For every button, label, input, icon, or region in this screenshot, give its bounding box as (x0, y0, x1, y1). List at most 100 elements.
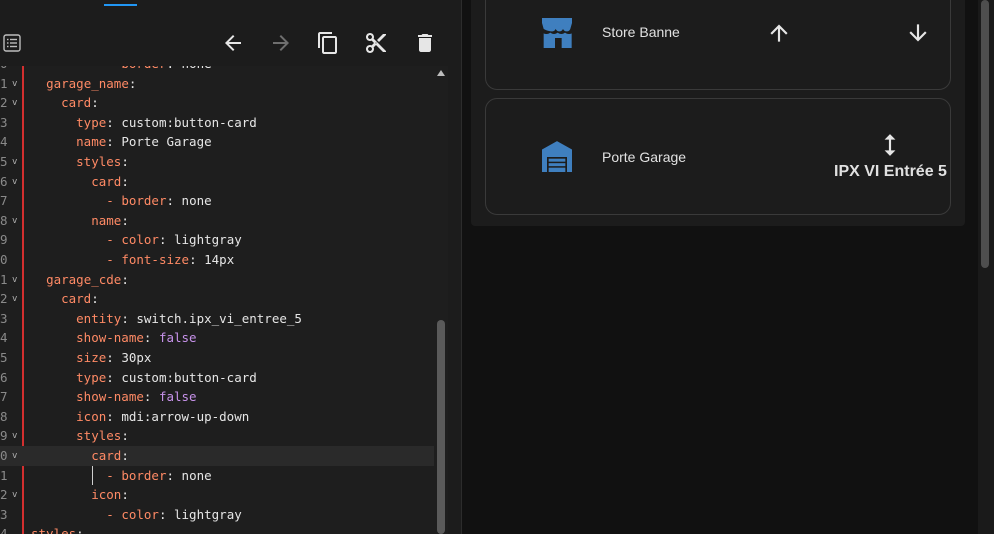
code-line[interactable]: 8v name: (0, 211, 434, 231)
list-icon[interactable] (3, 34, 21, 52)
fold-toggle-icon[interactable]: v (12, 486, 17, 506)
code-editor-panel: 0 - border: none1v garage_name:2v card:3… (0, 0, 461, 534)
line-number: 4 (0, 526, 8, 534)
yaml-key: name (76, 134, 107, 150)
code-line[interactable]: 5v styles: (0, 152, 434, 172)
code-line[interactable]: 2v icon: (0, 485, 434, 505)
code-text: name: Porte Garage (31, 132, 211, 152)
code-text: garage_name: (31, 74, 136, 94)
card-name-porte-garage: Porte Garage (602, 149, 687, 165)
code-line[interactable]: 7 - border: none (0, 191, 434, 211)
code-line[interactable]: 4 styles: (0, 524, 434, 534)
porte-garage-card[interactable]: Porte Garage IPX VI Entrée 5 (485, 98, 951, 215)
yaml-value: lightgray (166, 506, 242, 522)
code-line[interactable]: 9v styles: (0, 426, 434, 446)
trash-icon (418, 34, 432, 52)
fold-toggle-icon[interactable]: v (12, 271, 17, 291)
line-number: 6 (0, 369, 8, 385)
code-line[interactable]: 1 - border: none (0, 466, 434, 486)
code-line[interactable]: 8 icon: mdi:arrow-up-down (0, 407, 434, 427)
line-number: 8 (0, 212, 8, 228)
yaml-value: lightgray (166, 232, 242, 248)
yaml-key: - border (106, 467, 167, 483)
page-scrollbar[interactable] (978, 0, 994, 534)
yaml-key: type (76, 369, 107, 385)
line-number: 5 (0, 350, 8, 365)
line-number: 1 (0, 75, 8, 91)
yaml-key: size (76, 350, 107, 365)
yaml-value: false (151, 330, 197, 346)
code-text: type: custom:button-card (31, 113, 257, 133)
yaml-key: show-name (76, 389, 144, 405)
yaml-code-area[interactable]: 0 - border: none1v garage_name:2v card:3… (0, 66, 448, 534)
line-number: 2 (0, 95, 8, 111)
cut-button[interactable] (359, 26, 393, 60)
delete-button[interactable] (408, 26, 442, 60)
editor-scrollbar[interactable] (434, 66, 448, 534)
copy-button[interactable] (311, 26, 345, 60)
fold-toggle-icon[interactable]: v (12, 447, 17, 467)
code-text: card: (31, 446, 129, 466)
fold-toggle-icon[interactable]: v (12, 427, 17, 447)
fold-toggle-icon[interactable]: v (12, 173, 17, 193)
store-banne-card[interactable]: Store Banne (485, 0, 951, 90)
garage-toggle-button[interactable] (875, 130, 905, 160)
code-line[interactable]: 9 - color: lightgray (0, 230, 434, 250)
fold-toggle-icon[interactable]: v (12, 212, 17, 232)
code-line[interactable]: 5 size: 30px (0, 348, 434, 368)
code-line[interactable]: 2v card: (0, 289, 434, 309)
page-scrollbar-thumb[interactable] (981, 0, 989, 268)
fold-toggle-icon[interactable]: v (12, 94, 17, 114)
line-number: 1 (0, 271, 8, 287)
close-cover-button[interactable] (903, 18, 933, 48)
yaml-key: - font-size (106, 252, 190, 267)
line-number: 0 (0, 252, 8, 267)
code-line[interactable]: 0 - border: none (0, 66, 434, 74)
arrow-left-icon (225, 35, 241, 51)
code-text: styles: (31, 524, 84, 534)
panel-divider (461, 0, 462, 534)
fold-toggle-icon[interactable]: v (12, 153, 17, 173)
redo-button[interactable] (264, 26, 298, 60)
code-line[interactable]: 4 show-name: false (0, 328, 434, 348)
code-line[interactable]: 4 name: Porte Garage (0, 132, 434, 152)
code-line[interactable]: 6v card: (0, 172, 434, 192)
code-line[interactable]: 3 - color: lightgray (0, 505, 434, 525)
editor-scrollbar-thumb[interactable] (437, 320, 445, 534)
yaml-key: - color (106, 506, 159, 522)
undo-button[interactable] (216, 26, 250, 60)
yaml-value: mdi:arrow-up-down (113, 408, 250, 424)
code-line[interactable]: 2v card: (0, 93, 434, 113)
code-text: name: (31, 211, 129, 231)
code-line[interactable]: 1v garage_name: (0, 74, 434, 94)
code-line[interactable]: 0 - font-size: 14px (0, 250, 434, 270)
arrow-up-icon (770, 24, 788, 42)
code-line[interactable]: 6 type: custom:button-card (0, 368, 434, 388)
scroll-up-arrow-icon[interactable] (437, 70, 445, 76)
yaml-key: card (61, 95, 92, 111)
fold-toggle-icon[interactable]: v (12, 290, 17, 310)
line-number: 3 (0, 310, 8, 326)
code-line[interactable]: 0v card: (0, 446, 434, 466)
code-text: - color: lightgray (31, 230, 242, 250)
open-cover-button[interactable] (764, 18, 794, 48)
code-line[interactable]: 1v garage_cde: (0, 270, 434, 290)
code-line[interactable]: 3 type: custom:button-card (0, 113, 434, 133)
code-line[interactable]: 3 entity: switch.ipx_vi_entree_5 (0, 309, 434, 329)
code-line[interactable]: 7 show-name: false (0, 387, 434, 407)
code-text: entity: switch.ipx_vi_entree_5 (31, 309, 302, 329)
fold-toggle-icon[interactable]: v (12, 75, 17, 95)
garage-icon (537, 137, 577, 177)
